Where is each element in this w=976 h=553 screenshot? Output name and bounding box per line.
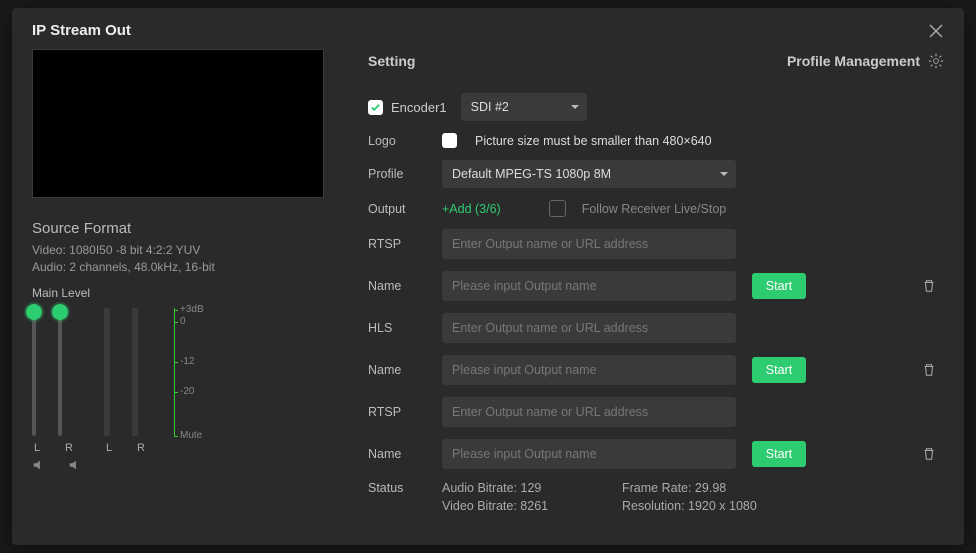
output1-type-label: RTSP (368, 237, 442, 251)
db-scale: +3dB 0 -12 -20 Mute (180, 308, 216, 436)
video-preview (32, 49, 324, 198)
fader-r-label: R (64, 442, 74, 454)
status-video-bitrate: Video Bitrate: 8261 (442, 499, 622, 513)
output2-name-label: Name (368, 363, 442, 377)
gear-icon (928, 53, 944, 69)
source-video-line: Video: 1080I50 -8 bit 4:2:2 YUV (32, 243, 332, 257)
follow-label: Follow Receiver Live/Stop (582, 202, 727, 216)
dialog-title: IP Stream Out (32, 22, 131, 39)
audio-meters: LR LR +3dB 0 -12 (32, 308, 332, 468)
meter-r-label: R (136, 442, 146, 454)
output1-start-button[interactable]: Start (752, 273, 806, 299)
output3-type-label: RTSP (368, 405, 442, 419)
output2-start-button[interactable]: Start (752, 357, 806, 383)
profile-management-button[interactable]: Profile Management (787, 53, 944, 69)
profile-label: Profile (368, 167, 442, 181)
output2-name-input[interactable] (442, 355, 736, 385)
ip-stream-out-dialog: IP Stream Out Source Format Video: 1080I… (12, 8, 964, 545)
output2-type-label: HLS (368, 321, 442, 335)
right-panel: Setting Profile Management Encoder1 SDI … (332, 49, 944, 525)
output3-start-button[interactable]: Start (752, 441, 806, 467)
left-panel: Source Format Video: 1080I50 -8 bit 4:2:… (32, 49, 332, 525)
main-level-label: Main Level (32, 286, 332, 300)
output3-delete-icon[interactable] (922, 447, 936, 461)
add-output-link[interactable]: +Add (3/6) (442, 202, 501, 216)
source-format-heading: Source Format (32, 220, 332, 237)
encoder1-checkbox[interactable] (368, 100, 383, 115)
logo-label: Logo (368, 134, 442, 148)
output2-delete-icon[interactable] (922, 363, 936, 377)
encoder-source-select[interactable]: SDI #2 (461, 93, 587, 121)
output1-url-input[interactable] (442, 229, 736, 259)
output1-delete-icon[interactable] (922, 279, 936, 293)
output3-name-label: Name (368, 447, 442, 461)
level-meter-right (132, 308, 138, 436)
speaker-left-icon[interactable] (32, 458, 46, 472)
status-audio-bitrate: Audio Bitrate: 129 (442, 481, 622, 495)
fader-l-label: L (32, 442, 42, 454)
status-label: Status (368, 481, 442, 495)
output1-name-label: Name (368, 279, 442, 293)
output1-name-input[interactable] (442, 271, 736, 301)
meter-l-label: L (104, 442, 114, 454)
status-resolution: Resolution: 1920 x 1080 (622, 499, 802, 513)
output3-url-input[interactable] (442, 397, 736, 427)
source-audio-line: Audio: 2 channels, 48.0kHz, 16-bit (32, 260, 332, 274)
logo-hint: Picture size must be smaller than 480×64… (475, 134, 712, 148)
status-frame-rate: Frame Rate: 29.98 (622, 481, 802, 495)
follow-checkbox[interactable] (549, 200, 566, 217)
logo-checkbox[interactable] (442, 133, 457, 148)
encoder1-label: Encoder1 (391, 100, 447, 115)
status-grid: Audio Bitrate: 129 Frame Rate: 29.98 Vid… (442, 481, 802, 513)
titlebar: IP Stream Out (12, 8, 964, 49)
setting-heading: Setting (368, 53, 415, 69)
level-meter-left (104, 308, 110, 436)
output2-url-input[interactable] (442, 313, 736, 343)
profile-select[interactable]: Default MPEG-TS 1080p 8M (442, 160, 736, 188)
fader-left[interactable] (32, 308, 36, 436)
speaker-right-icon[interactable] (68, 458, 82, 472)
close-icon[interactable] (928, 23, 944, 39)
output-label: Output (368, 202, 442, 216)
output3-name-input[interactable] (442, 439, 736, 469)
fader-right[interactable] (58, 308, 62, 436)
